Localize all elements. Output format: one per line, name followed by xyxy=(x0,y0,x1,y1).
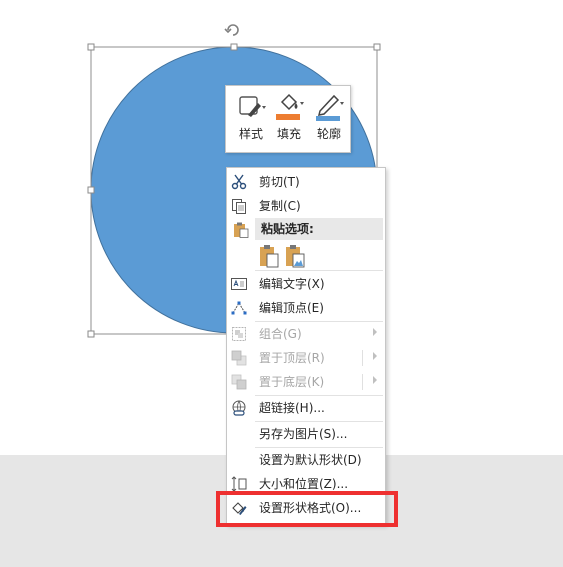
submenu-arrow-icon[interactable] xyxy=(373,352,377,360)
copy-icon xyxy=(231,198,247,214)
resize-handle-left[interactable] xyxy=(87,186,95,194)
menu-item-send-to-back[interactable]: 置于底层(K) xyxy=(227,370,385,394)
menu-item-bring-to-front-label: 置于顶层(R) xyxy=(259,351,325,365)
split-divider xyxy=(362,374,363,390)
shape-fill-label: 填充 xyxy=(276,127,301,141)
scissors-icon xyxy=(231,174,247,190)
menu-item-cut[interactable]: 剪切(T) xyxy=(227,170,385,194)
paste-options-label: 粘贴选项: xyxy=(261,222,314,236)
menu-item-edit-text-label: 编辑文字(X) xyxy=(259,277,325,291)
menu-item-size-and-position-label: 大小和位置(Z)... xyxy=(259,477,349,491)
shape-style-label: 样式 xyxy=(238,127,263,141)
menu-item-save-as-picture-label: 另存为图片(S)... xyxy=(259,427,348,441)
menu-item-edit-points-label: 编辑顶点(E) xyxy=(259,301,324,315)
hyperlink-icon xyxy=(231,400,247,416)
paste-options-header: 粘贴选项: xyxy=(255,218,383,240)
menu-item-cut-label: 剪切(T) xyxy=(259,175,300,189)
rotate-handle-icon[interactable] xyxy=(224,21,242,39)
resize-handle-top-right[interactable] xyxy=(373,43,381,51)
outline-pen-icon xyxy=(314,92,344,122)
menu-item-group[interactable]: 组合(G) xyxy=(227,322,385,346)
size-position-icon xyxy=(231,476,247,492)
split-divider xyxy=(362,350,363,366)
menu-item-hyperlink[interactable]: 超链接(H)... xyxy=(227,396,385,420)
menu-item-set-default-shape[interactable]: 设置为默认形状(D) xyxy=(227,448,385,472)
paste-as-picture-button[interactable] xyxy=(285,244,305,268)
paste-picture-icon xyxy=(286,245,305,268)
group-icon xyxy=(231,326,247,342)
menu-item-group-label: 组合(G) xyxy=(259,327,302,341)
bring-front-icon xyxy=(231,350,247,366)
submenu-arrow-icon xyxy=(373,328,377,336)
menu-item-send-to-back-label: 置于底层(K) xyxy=(259,375,325,389)
resize-handle-top-left[interactable] xyxy=(87,43,95,51)
paste-keep-source-button[interactable] xyxy=(259,244,279,268)
edit-points-icon xyxy=(231,300,247,316)
resize-handle-top[interactable] xyxy=(230,43,238,51)
submenu-arrow-icon[interactable] xyxy=(373,376,377,384)
menu-item-set-default-shape-label: 设置为默认形状(D) xyxy=(259,453,362,467)
resize-handle-bottom-left[interactable] xyxy=(87,330,95,338)
context-menu: 剪切(T) 复制(C) 粘贴选项: 编辑文字(X) 编辑顶点(E) 组合(G) … xyxy=(226,167,386,525)
edit-text-icon xyxy=(231,276,247,292)
shape-fill-button[interactable]: 填充 xyxy=(270,90,308,146)
menu-item-bring-to-front[interactable]: 置于顶层(R) xyxy=(227,346,385,370)
shape-style-button[interactable]: 样式 xyxy=(232,90,270,146)
menu-item-save-as-picture[interactable]: 另存为图片(S)... xyxy=(227,422,385,446)
menu-item-copy[interactable]: 复制(C) xyxy=(227,194,385,218)
menu-item-hyperlink-label: 超链接(H)... xyxy=(259,401,325,415)
highlight-annotation-box xyxy=(216,491,398,527)
shape-outline-label: 轮廓 xyxy=(316,127,341,141)
paste-keep-icon xyxy=(260,245,279,268)
menu-separator xyxy=(255,270,383,271)
fill-bucket-icon xyxy=(274,92,304,122)
mini-toolbar: 样式 填充 轮廓 xyxy=(225,85,351,153)
shape-outline-button[interactable]: 轮廓 xyxy=(310,90,348,146)
send-back-icon xyxy=(231,374,247,390)
shape-style-icon xyxy=(236,92,266,122)
menu-item-edit-text[interactable]: 编辑文字(X) xyxy=(227,272,385,296)
menu-item-copy-label: 复制(C) xyxy=(259,199,301,213)
menu-item-edit-points[interactable]: 编辑顶点(E) xyxy=(227,296,385,320)
paste-icon xyxy=(233,222,249,238)
